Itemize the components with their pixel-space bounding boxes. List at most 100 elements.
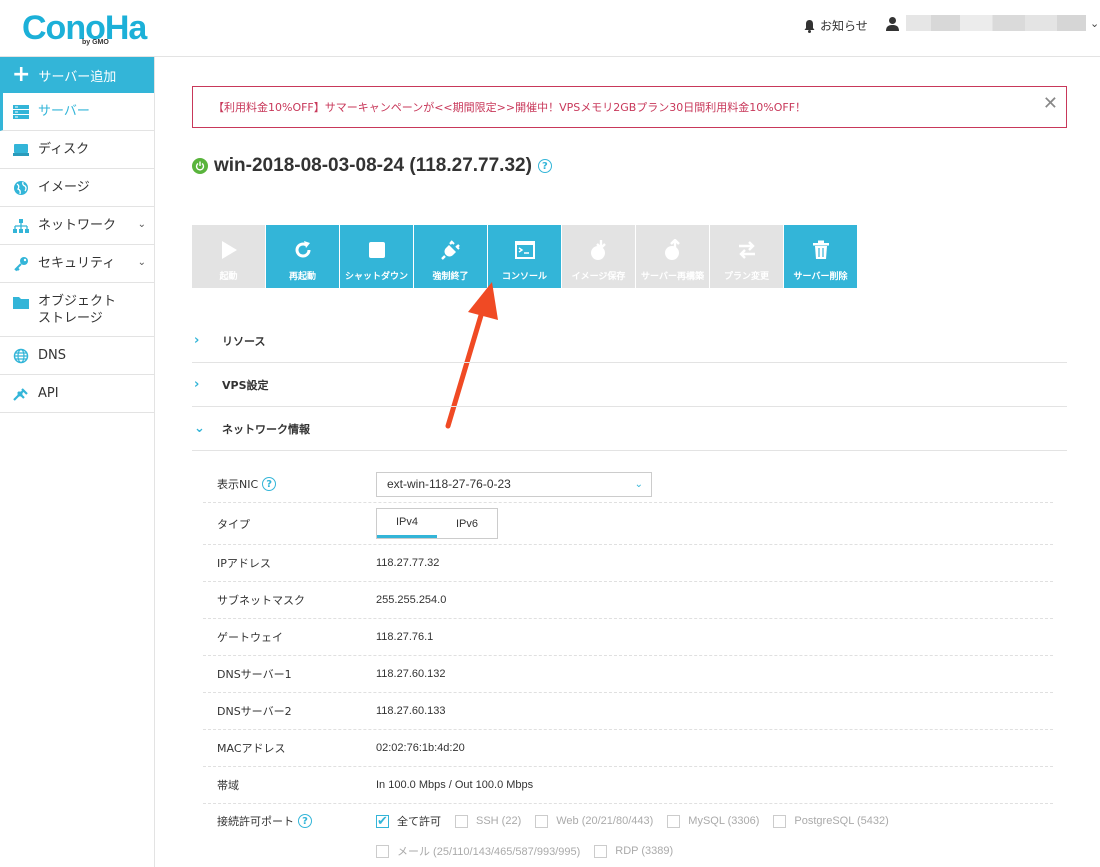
row-key: サブネットマスク: [217, 594, 305, 607]
ports-label: 接続許可ポート: [217, 815, 294, 828]
row-value: In 100.0 Mbps / Out 100.0 Mbps: [376, 779, 534, 791]
checkbox[interactable]: [376, 844, 389, 858]
server-name: win-2018-08-03-08-24 (118.27.77.32): [214, 155, 532, 176]
ipv6-tab[interactable]: IPv6: [437, 509, 497, 538]
change-plan-button[interactable]: プラン変更: [710, 225, 783, 288]
sidebar-item-network[interactable]: ネットワーク ⌄: [0, 207, 154, 245]
image-save-icon: [588, 239, 610, 261]
close-icon[interactable]: ✕: [1043, 93, 1058, 114]
help-icon[interactable]: ?: [262, 477, 277, 491]
port-option-mail[interactable]: メール (25/110/143/465/587/993/995): [376, 843, 580, 859]
rebuild-server-button[interactable]: サーバー再構築: [636, 225, 709, 288]
globe-image-icon: [12, 179, 30, 197]
sidebar-item-disk[interactable]: ディスク: [0, 131, 154, 169]
sidebar-item-label: ディスク: [38, 142, 90, 157]
sidebar-item-dns[interactable]: DNS: [0, 337, 154, 375]
row-key: DNSサーバー2: [217, 705, 292, 718]
add-server-label: サーバー追加: [38, 69, 117, 85]
info-row: IPアドレス 118.27.77.32: [203, 545, 1053, 582]
nic-row: 表示NIC ? ext-win-118-27-76-0-23 ⌄: [203, 466, 1053, 503]
plug-icon: [440, 239, 462, 261]
console-icon: [514, 239, 535, 261]
ipv4-tab[interactable]: IPv4: [377, 509, 437, 538]
sidebar-item-object-storage[interactable]: オブジェクト ストレージ: [0, 283, 154, 337]
port-label: SSH (22): [476, 815, 522, 827]
port-option-postgresql[interactable]: PostgreSQL (5432): [773, 813, 889, 829]
nic-select[interactable]: ext-win-118-27-76-0-23 ⌄: [376, 471, 652, 497]
save-image-button[interactable]: イメージ保存: [562, 225, 635, 288]
port-option-ssh[interactable]: SSH (22): [455, 813, 521, 829]
sidebar-item-label: ネットワーク: [38, 218, 117, 233]
rebuild-server-label: サーバー再構築: [641, 272, 704, 282]
restart-button[interactable]: 再起動: [266, 225, 339, 288]
sidebar: + サーバー追加 サーバー ディスク イメージ ネットワーク ⌄ セキュリティ …: [0, 57, 155, 867]
vps-settings-section-header[interactable]: › VPS設定: [192, 363, 1067, 407]
chevron-down-icon: ⌄: [194, 421, 205, 436]
chevron-down-icon: ⌄: [137, 257, 146, 268]
network-info-section-header[interactable]: ⌄ ネットワーク情報: [192, 407, 1067, 451]
checkbox[interactable]: [535, 814, 549, 828]
row-key: ゲートウェイ: [217, 631, 283, 644]
shutdown-button[interactable]: シャットダウン: [340, 225, 413, 288]
rebuild-icon: [662, 239, 684, 261]
chevron-right-icon: ›: [194, 377, 200, 392]
port-option-rdp[interactable]: RDP (3389): [594, 843, 673, 859]
row-value: 255.255.254.0: [376, 594, 447, 606]
row-key: タイプ: [217, 517, 250, 531]
port-option-mysql[interactable]: MySQL (3306): [667, 813, 759, 829]
delete-server-button[interactable]: サーバー削除: [784, 225, 857, 288]
checkbox[interactable]: [376, 813, 389, 829]
start-button[interactable]: 起動: [192, 225, 265, 288]
stop-icon: [368, 239, 386, 261]
sidebar-item-image[interactable]: イメージ: [0, 169, 154, 207]
checkbox[interactable]: [594, 844, 608, 858]
key-icon: [12, 255, 30, 273]
row-value: 118.27.60.133: [376, 705, 446, 717]
checkbox[interactable]: [667, 814, 681, 828]
resource-section-label: リソース: [222, 334, 266, 348]
row-key: 接続許可ポート ?: [203, 813, 376, 829]
dns-globe-icon: [12, 347, 30, 365]
info-row: MACアドレス 02:02:76:1b:4d:20: [203, 730, 1053, 767]
plus-icon: +: [12, 62, 31, 87]
sidebar-item-label: イメージ: [38, 180, 90, 195]
sidebar-item-label: サーバー: [38, 104, 90, 119]
chevron-down-icon: ⌄: [1090, 16, 1100, 30]
port-label: メール (25/110/143/465/587/993/995): [397, 846, 581, 858]
help-icon[interactable]: ?: [298, 814, 312, 828]
checkbox[interactable]: [773, 814, 787, 828]
sidebar-item-security[interactable]: セキュリティ ⌄: [0, 245, 154, 283]
notice-link[interactable]: お知らせ: [803, 17, 868, 34]
row-key: IPアドレス: [217, 557, 271, 570]
bell-icon: [804, 19, 815, 33]
resource-section-header[interactable]: › リソース: [192, 319, 1067, 363]
play-icon: [220, 239, 238, 261]
disk-icon: [12, 141, 30, 159]
banner-text: 【利用料金10%OFF】サマーキャンペーンが<<期間限定>>開催中！VPSメモリ…: [213, 101, 807, 114]
folder-icon: [12, 293, 30, 311]
sidebar-item-server[interactable]: サーバー: [0, 93, 154, 131]
row-key: DNSサーバー1: [217, 668, 292, 681]
campaign-banner[interactable]: 【利用料金10%OFF】サマーキャンペーンが<<期間限定>>開催中！VPSメモリ…: [192, 86, 1067, 128]
help-icon[interactable]: ?: [537, 159, 552, 173]
conoha-logo[interactable]: ConoHa by GMO: [22, 8, 147, 48]
top-header: ConoHa by GMO お知らせ ⌄: [0, 0, 1100, 57]
port-option-web[interactable]: Web (20/21/80/443): [535, 813, 653, 829]
notice-label: お知らせ: [820, 19, 868, 33]
sidebar-item-api[interactable]: API: [0, 375, 154, 413]
port-label: PostgreSQL (5432): [794, 815, 889, 827]
add-server-button[interactable]: + サーバー追加: [0, 57, 154, 93]
user-icon: [886, 16, 899, 31]
page-title: win-2018-08-03-08-24 (118.27.77.32) ?: [192, 155, 552, 177]
checkbox[interactable]: [455, 814, 468, 828]
port-option-all[interactable]: 全て許可: [376, 813, 441, 829]
info-row: サブネットマスク 255.255.254.0: [203, 582, 1053, 619]
row-value: 118.27.77.32: [376, 557, 440, 569]
vps-settings-section-label: VPS設定: [222, 378, 269, 392]
user-menu[interactable]: ⌄: [885, 15, 1099, 31]
port-label: 全て許可: [397, 816, 441, 828]
api-icon: [12, 385, 30, 403]
plan-change-icon: [737, 239, 757, 261]
nic-label: 表示NIC: [217, 478, 259, 491]
power-on-icon: [192, 158, 208, 174]
